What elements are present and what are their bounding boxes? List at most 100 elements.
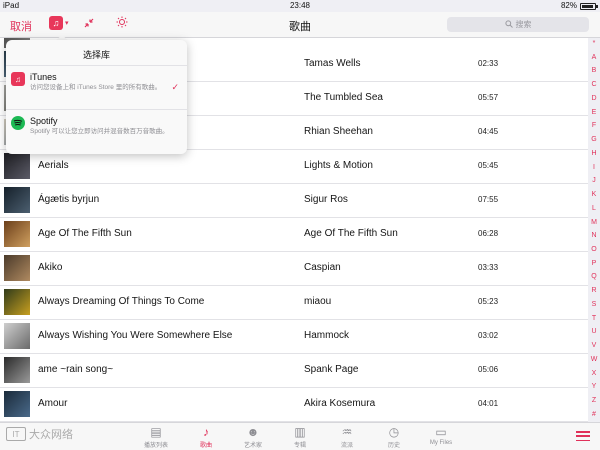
battery-percent: 82%: [560, 1, 577, 10]
history-icon: ◷: [388, 425, 400, 439]
index-letter[interactable]: #: [592, 411, 596, 418]
library-picker-button[interactable]: ♫ ▾: [49, 16, 69, 30]
album-artwork: [4, 221, 30, 247]
song-row[interactable]: Ágætis byrjun Sigur Ros 07:55: [0, 184, 588, 218]
itunes-icon: ♫: [11, 72, 25, 86]
tab-folder[interactable]: ▭ My Files: [416, 425, 466, 446]
tab-label: 艺术家: [243, 443, 262, 449]
cancel-button[interactable]: 取消: [10, 18, 32, 34]
album-icon: ▥: [294, 425, 306, 439]
index-letter[interactable]: G: [591, 136, 596, 143]
index-letter[interactable]: M: [591, 219, 597, 226]
song-title: Age Of The Fifth Sun: [38, 228, 132, 239]
song-duration: 04:45: [478, 127, 499, 136]
song-row[interactable]: Aerials Lights & Motion 05:45: [0, 150, 588, 184]
music-note-icon: ♪: [203, 425, 209, 439]
status-time: 23:48: [289, 1, 311, 10]
song-row[interactable]: Always Wishing You Were Somewhere Else Ha…: [0, 320, 588, 354]
index-letter[interactable]: O: [591, 246, 596, 253]
genre-icon: ♒: [341, 425, 353, 439]
alphabet-index[interactable]: * A B C D E F G H I J K L M N O P Q R S T U V W X Y Z #: [588, 40, 600, 418]
song-row[interactable]: Amour Akira Kosemura 04:01: [0, 388, 588, 422]
song-artist: miaou: [304, 296, 332, 307]
spotify-icon: [11, 116, 25, 130]
index-letter[interactable]: I: [593, 164, 595, 171]
song-artist: The Tumbled Sea: [304, 92, 383, 103]
index-letter[interactable]: Q: [591, 273, 596, 280]
index-letter[interactable]: V: [592, 342, 597, 349]
index-letter[interactable]: J: [592, 177, 596, 184]
song-row[interactable]: Always Dreaming Of Things To Come miaou 05…: [0, 286, 588, 320]
index-letter[interactable]: L: [592, 205, 596, 212]
song-artist: Tamas Wells: [304, 58, 361, 69]
song-duration: 03:02: [478, 331, 499, 340]
song-title: Akiko: [38, 262, 63, 273]
index-letter[interactable]: N: [591, 232, 596, 239]
index-letter[interactable]: B: [592, 67, 597, 74]
index-letter[interactable]: D: [591, 95, 596, 102]
battery-icon: [580, 2, 598, 10]
song-duration: 04:01: [478, 399, 499, 408]
index-letter[interactable]: *: [593, 40, 596, 47]
watermark-logo: IT: [6, 427, 26, 441]
tab-history[interactable]: ◷ 历史: [369, 425, 419, 449]
tab-bar: IT 大众网络 ▤ 播放列表 ♪ 歌曲 ☻ 艺术家 ▥ 专辑 ♒ 流派 ◷ 历史 ▭ My Files: [0, 422, 600, 450]
index-letter[interactable]: H: [591, 150, 596, 157]
song-artist: Lights & Motion: [304, 160, 373, 171]
index-letter[interactable]: X: [592, 370, 597, 377]
index-letter[interactable]: T: [592, 315, 596, 322]
song-title: Aerials: [38, 160, 69, 171]
index-letter[interactable]: E: [592, 109, 597, 116]
song-artist: Hammock: [304, 330, 350, 341]
collapse-icon[interactable]: [84, 18, 94, 31]
song-duration: 03:33: [478, 263, 499, 272]
tab-genre[interactable]: ♒ 流派: [322, 425, 372, 449]
index-letter[interactable]: S: [592, 301, 597, 308]
checkmark-icon: ✓: [171, 82, 179, 92]
song-row[interactable]: ame ~rain song~ Spank Page 05:06: [0, 354, 588, 388]
song-duration: 05:06: [478, 365, 499, 374]
song-artist: Caspian: [304, 262, 341, 273]
status-bar: iPad 23:48 82%: [0, 0, 600, 12]
search-icon: [504, 19, 513, 30]
battery-fill: [582, 4, 593, 8]
search-input[interactable]: 搜索: [447, 17, 589, 32]
index-letter[interactable]: A: [592, 54, 597, 61]
tab-label: My Files: [429, 440, 453, 446]
song-duration: 07:55: [478, 195, 499, 204]
index-letter[interactable]: R: [591, 287, 596, 294]
song-title: Always Dreaming Of Things To Come: [38, 296, 205, 307]
song-artist: Rhian Sheehan: [304, 126, 373, 137]
album-artwork: [4, 255, 30, 281]
index-letter[interactable]: Z: [592, 397, 596, 404]
album-artwork: [4, 391, 30, 417]
battery-status: 82%: [560, 0, 598, 12]
tab-artist[interactable]: ☻ 艺术家: [228, 425, 278, 449]
playlist-icon: ▤: [150, 425, 162, 439]
library-option-spotify[interactable]: Spotify Spotify 可以让您立即访问并混音数百万音歌曲。: [6, 109, 187, 153]
song-duration: 02:33: [478, 59, 499, 68]
tab-label: 播放列表: [143, 443, 168, 449]
index-letter[interactable]: P: [592, 260, 597, 267]
album-artwork: [4, 153, 30, 179]
tab-album[interactable]: ▥ 专辑: [275, 425, 325, 449]
folder-icon: ▭: [435, 425, 447, 439]
album-artwork: [4, 357, 30, 383]
index-letter[interactable]: C: [591, 81, 596, 88]
index-letter[interactable]: U: [591, 328, 596, 335]
menu-icon[interactable]: [576, 431, 590, 441]
index-letter[interactable]: F: [592, 122, 596, 129]
index-letter[interactable]: K: [592, 191, 597, 198]
song-row[interactable]: Age Of The Fifth Sun Age Of The Fifth Sun…: [0, 218, 588, 252]
index-letter[interactable]: Y: [592, 383, 597, 390]
song-row[interactable]: Akiko Caspian 03:33: [0, 252, 588, 286]
tab-playlist[interactable]: ▤ 播放列表: [131, 425, 181, 449]
brightness-icon[interactable]: [116, 16, 128, 31]
song-title: Amour: [38, 398, 68, 409]
index-letter[interactable]: W: [591, 356, 598, 363]
song-title: Always Wishing You Were Somewhere Else: [38, 330, 233, 341]
tab-label: 专辑: [293, 443, 306, 449]
album-artwork: [4, 187, 30, 213]
tab-music-note[interactable]: ♪ 歌曲: [181, 425, 231, 449]
library-option-itunes[interactable]: ♫ iTunes 访问您设备上和 iTunes Store 里的所有歌曲。 ✓: [6, 65, 187, 109]
